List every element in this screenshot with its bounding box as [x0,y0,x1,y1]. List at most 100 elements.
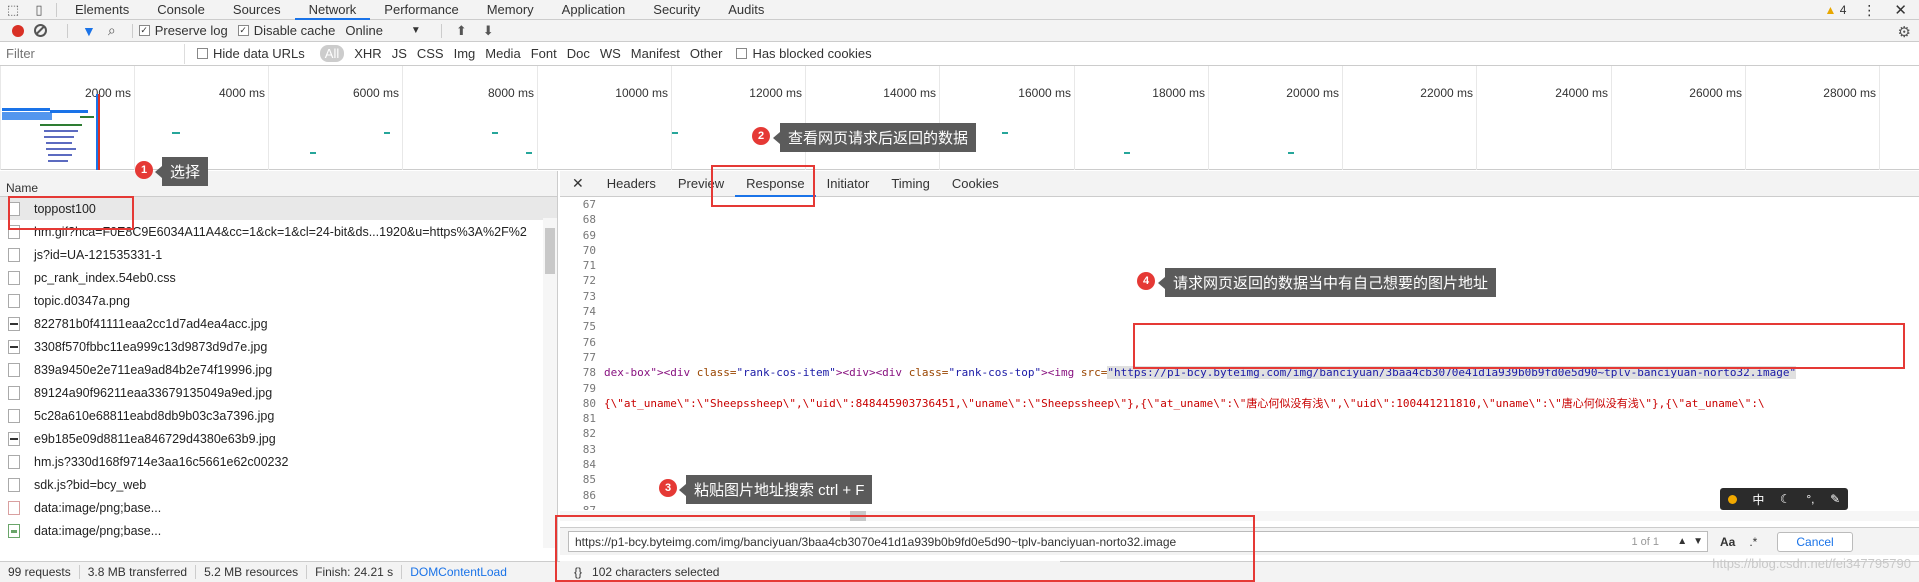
tab-initiator[interactable]: Initiator [816,171,881,197]
record-icon[interactable] [12,24,24,37]
tab-performance[interactable]: Performance [370,0,472,20]
tab-security[interactable]: Security [639,0,714,20]
waterfall-bar [2,108,50,111]
preserve-log-checkbox[interactable]: ✓ Preserve log [138,23,228,38]
filter-type-font[interactable]: Font [531,46,557,61]
disable-cache-label: Disable cache [253,23,336,38]
waterfall-bar [44,130,78,132]
checkbox-checked-icon: ✓ [237,25,249,36]
document-icon [8,293,20,308]
inspect-element-icon[interactable]: ⬚ [0,0,26,20]
tab-memory[interactable]: Memory [473,0,548,20]
document-icon [8,477,20,492]
has-blocked-cookies-checkbox[interactable]: Has blocked cookies [736,46,872,61]
request-row[interactable]: 3308f570fbbc11ea999c13d9873d9d7e.jpg [0,335,557,358]
annotation-box-4 [1133,323,1905,369]
timeline-tick: 20000 ms [1286,66,1343,170]
request-row[interactable]: 5c28a610e68811eabd8db9b03c3a7396.jpg [0,404,557,427]
annotation-badge-1: 1 [135,161,153,179]
tab-headers[interactable]: Headers [596,171,667,197]
annotation-callout-2: 查看网页请求后返回的数据 [772,123,977,152]
request-name: topic.d0347a.png [34,293,130,308]
tab-application[interactable]: Application [548,0,640,20]
finish-time: Finish: 24.21 s [307,565,403,579]
clear-icon[interactable] [34,24,47,37]
waterfall-bar [384,132,390,134]
filter-type-xhr[interactable]: XHR [354,46,381,61]
request-row[interactable]: 822781b0f41111eaa2cc1d7ad4ea4acc.jpg [0,312,557,335]
request-row[interactable]: topic.d0347a.png [0,289,557,312]
filter-icon[interactable]: ▼ [82,23,96,39]
disable-cache-checkbox[interactable]: ✓ Disable cache [237,23,336,38]
request-name: 89124a90f96211eaa33679135049a9ed.jpg [34,385,273,400]
request-row[interactable]: data:image/png;base... [0,496,557,519]
tab-console[interactable]: Console [143,0,219,20]
filter-type-media[interactable]: Media [485,46,520,61]
throttle-select[interactable]: Online ▼ [345,23,420,38]
waterfall-bar [310,152,316,154]
code-line-80: {\"at_uname\":\"Sheepssheep\",\"uid\":84… [604,396,1765,410]
filter-type-manifest[interactable]: Manifest [631,46,680,61]
waterfall-bar [44,136,74,138]
name-column-header[interactable]: Name [0,171,557,197]
request-list-scrollbar[interactable] [543,218,557,548]
tab-cookies[interactable]: Cookies [941,171,1010,197]
filter-input[interactable] [0,43,185,64]
next-match-icon[interactable]: ▼ [1693,536,1703,547]
export-har-icon[interactable]: ⬇ [483,23,494,39]
request-rows: toppost100 hm.gif?hca=F0E8C9E6034A11A4&c… [0,197,557,542]
import-har-icon[interactable]: ⬆ [456,23,467,39]
filter-type-img[interactable]: Img [454,46,476,61]
request-row[interactable]: js?id=UA-121535331-1 [0,243,557,266]
request-row[interactable]: data:image/png;base... [0,519,557,542]
warning-counter[interactable]: ▲ 4 [1825,3,1847,17]
filter-type-all[interactable]: All [319,45,345,62]
network-toolbar: ▼ ⌕ ✓ Preserve log ✓ Disable cache Onlin… [0,20,1919,42]
request-row[interactable]: sdk.js?bid=bcy_web [0,473,557,496]
request-name: 839a9450e2e711ea9ad84b2e74f19996.jpg [34,362,273,377]
tab-elements[interactable]: Elements [61,0,143,20]
request-row[interactable]: hm.js?330d168f9714e3aa16c5661e62c00232 [0,450,557,473]
waterfall-bar [1288,152,1294,154]
filter-type-doc[interactable]: Doc [567,46,590,61]
previous-match-icon[interactable]: ▲ [1677,536,1687,547]
ime-toolbar[interactable]: 中 ☾ °, ✎ [1720,488,1848,510]
match-case-button[interactable]: Aa [1720,535,1735,549]
divider [440,23,442,38]
timeline-tick: 22000 ms [1420,66,1477,170]
line-number-gutter: 67 68 69 70 71 72 73 74 75 76 77 78 79 8… [582,198,596,510]
gear-icon[interactable]: ⚙ [1898,23,1911,41]
tab-network[interactable]: Network [294,0,371,20]
filter-type-css[interactable]: CSS [417,46,444,61]
waterfall-bar [526,152,532,154]
tab-sources[interactable]: Sources [219,0,295,20]
ime-logo-icon [1727,494,1737,504]
request-row[interactable]: pc_rank_index.54eb0.css [0,266,557,289]
domcontentloaded-time: DOMContentLoad [410,565,507,579]
close-icon[interactable]: ✕ [1894,1,1907,19]
filter-type-ws[interactable]: WS [600,46,621,61]
scrollbar-thumb[interactable] [545,228,555,274]
cancel-button[interactable]: Cancel [1777,531,1853,552]
hide-data-urls-checkbox[interactable]: Hide data URLs [197,46,305,61]
timeline-tick: 24000 ms [1555,66,1612,170]
tab-timing[interactable]: Timing [880,171,941,197]
waterfall-bar [672,132,678,134]
filter-type-other[interactable]: Other [690,46,723,61]
annotation-box-2 [711,165,815,207]
device-toggle-icon[interactable]: ▯ [26,0,52,20]
request-row[interactable]: 89124a90f96211eaa33679135049a9ed.jpg [0,381,557,404]
data-image-icon [8,523,20,538]
preserve-log-label: Preserve log [154,23,228,38]
filter-type-js[interactable]: JS [392,46,407,61]
timeline-tick: 10000 ms [615,66,672,170]
search-icon[interactable]: ⌕ [108,22,116,39]
regex-button[interactable]: .* [1749,535,1757,549]
punctuation-icon: °, [1806,492,1815,506]
kebab-menu-icon[interactable]: ⋮ [1862,2,1876,19]
network-overview[interactable]: 2000 ms 4000 ms 6000 ms 8000 ms 10000 ms… [0,66,1919,170]
request-row[interactable]: 839a9450e2e711ea9ad84b2e74f19996.jpg [0,358,557,381]
request-row[interactable]: e9b185e09d8811ea846729d4380e63b9.jpg [0,427,557,450]
tab-audits[interactable]: Audits [714,0,778,20]
close-detail-icon[interactable]: ✕ [572,175,584,192]
